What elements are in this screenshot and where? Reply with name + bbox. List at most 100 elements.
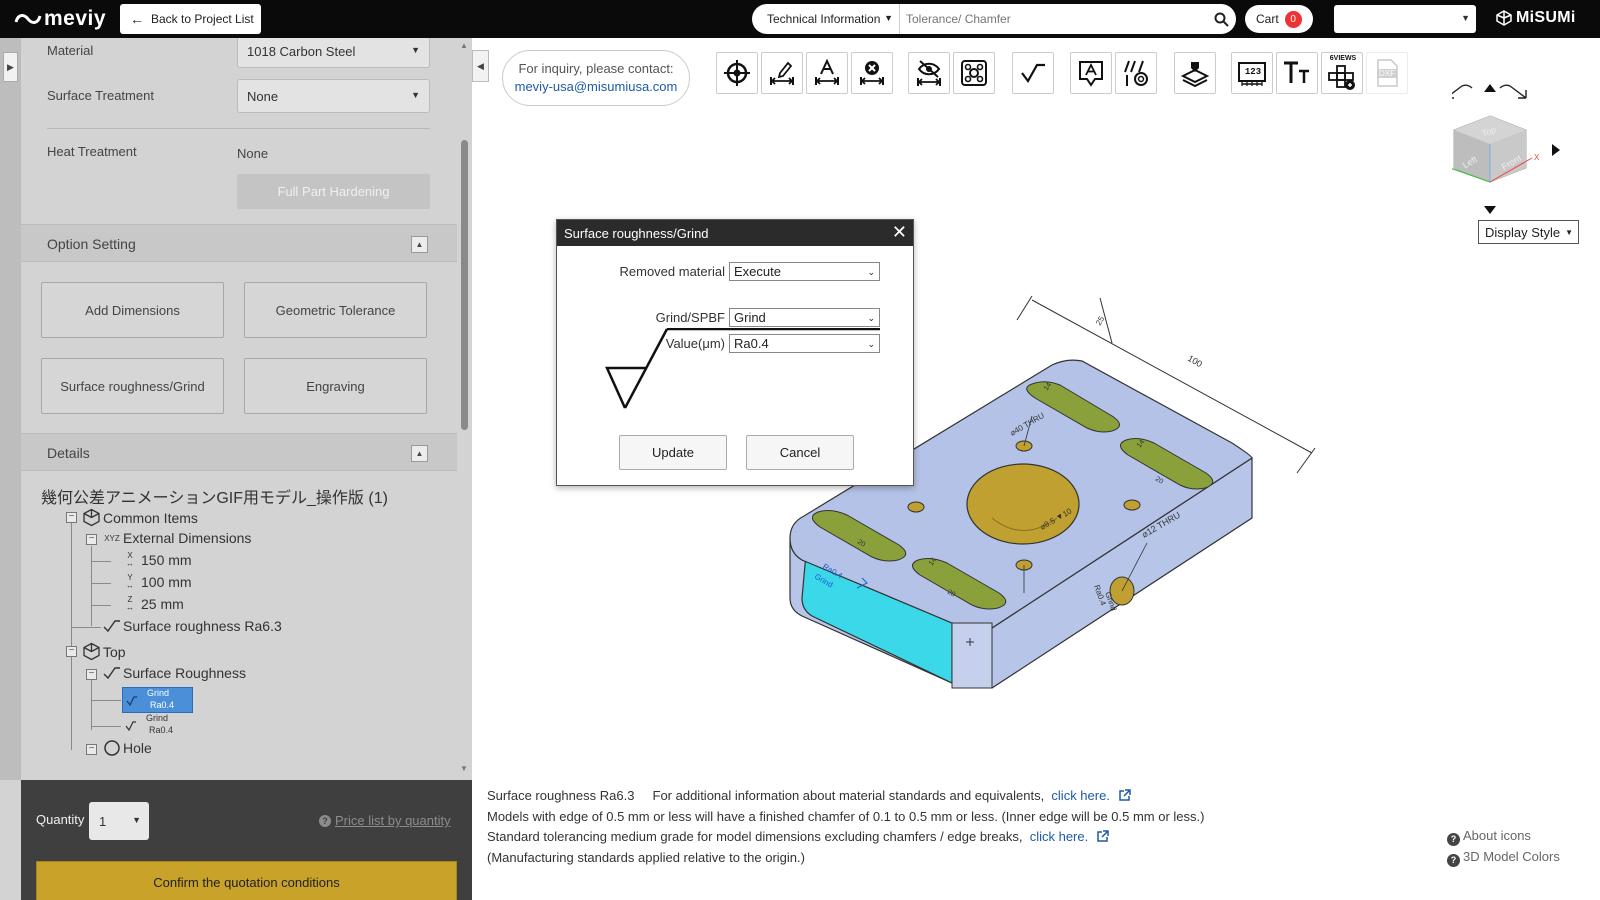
six-views-tool-button[interactable]: 6VIEWS xyxy=(1321,52,1363,94)
tree-node-surface-roughness[interactable]: Surface Roughness xyxy=(103,665,246,681)
account-select[interactable]: ▼ xyxy=(1334,5,1476,33)
scroll-down-icon[interactable]: ▼ xyxy=(460,764,468,773)
display-style-select[interactable]: Display Style ▼ xyxy=(1478,220,1579,244)
expand-panel-button[interactable]: ▶ xyxy=(3,52,18,82)
price-list-link[interactable]: ? Price list by quantity xyxy=(319,813,451,828)
about-icons-link[interactable]: ? About icons xyxy=(1447,825,1560,846)
cart-button[interactable]: Cart 0 xyxy=(1245,5,1313,33)
tree-collapse-toggle[interactable]: − xyxy=(86,744,97,755)
panel-scrollbar[interactable]: ▲ ▼ xyxy=(457,38,472,780)
collapse-section-button[interactable]: ▲ xyxy=(411,236,428,253)
tree-label: Top xyxy=(103,643,126,660)
delete-dimension-tool-button[interactable] xyxy=(851,52,893,94)
tree-node-grind-selected[interactable]: Grind Ra0.4 xyxy=(122,687,193,713)
details-header[interactable]: Details ▲ xyxy=(21,433,457,471)
tree-node-dim-z[interactable]: Z ↔ 25 mm xyxy=(121,596,184,613)
tree-node-dim-x[interactable]: X ↔ 150 mm xyxy=(121,552,192,569)
tree-line xyxy=(91,583,111,584)
misumi-logo[interactable]: MiSUMi xyxy=(1496,9,1576,27)
external-link-icon[interactable] xyxy=(1118,789,1131,802)
dimension-edit-tool-button[interactable] xyxy=(761,52,803,94)
inquiry-email-link[interactable]: meviy-usa@misumiusa.com xyxy=(503,79,689,94)
cancel-button[interactable]: Cancel xyxy=(746,435,854,470)
add-dimensions-button[interactable]: Add Dimensions xyxy=(41,282,224,338)
tree-root-label: 幾何公差アニメーションGIF用モデル_操作版 (1) xyxy=(41,490,388,507)
scroll-up-icon[interactable]: ▲ xyxy=(460,41,468,50)
rotate-down-icon[interactable] xyxy=(1484,206,1496,214)
collapse-left-panel-button[interactable]: ◀ xyxy=(472,50,489,82)
back-to-project-list-button[interactable]: ← Back to Project List xyxy=(120,4,261,34)
grind-spbf-label: Grind/SPBF xyxy=(655,310,725,325)
left-panel: ▶ Material 1018 Carbon Steel ▼ Surface T… xyxy=(0,38,472,900)
dxf-export-tool-button[interactable]: DXF xyxy=(1366,52,1408,94)
tree-collapse-toggle[interactable]: − xyxy=(66,512,77,523)
surface-roughness-grind-button[interactable]: Surface roughness/Grind xyxy=(41,358,224,414)
model-viewer[interactable]: ◀ For inquiry, please contact: meviy-usa… xyxy=(472,38,1600,900)
settings-scroll-area[interactable]: Material 1018 Carbon Steel ▼ Surface Tre… xyxy=(21,38,457,780)
info-line-1: Surface roughness Ra6.3 For additional i… xyxy=(487,786,1204,807)
rotate-ccw-icon[interactable] xyxy=(1445,84,1473,99)
tree-node-dim-y[interactable]: Y ↔ 100 mm xyxy=(121,573,192,591)
tree-line xyxy=(91,680,92,730)
grind-label: Grind xyxy=(146,688,169,698)
search-category-select[interactable]: Technical Information ▼ xyxy=(752,4,900,34)
engraving-tool-button[interactable] xyxy=(1070,52,1112,94)
rotate-cw-icon[interactable] xyxy=(1499,84,1527,99)
corner-notch xyxy=(951,622,993,689)
external-link-icon[interactable] xyxy=(1096,830,1109,843)
search-bar: Technical Information ▼ xyxy=(752,4,1236,34)
numbering-tool-button[interactable]: 123 xyxy=(1231,52,1273,94)
close-icon[interactable]: ✕ xyxy=(892,223,907,241)
model-colors-link[interactable]: ? 3D Model Colors xyxy=(1447,846,1560,867)
geometric-tolerance-button[interactable]: Geometric Tolerance xyxy=(244,282,427,338)
text-dimension-icon xyxy=(815,59,839,85)
tree-collapse-toggle[interactable]: − xyxy=(66,646,77,657)
rotate-right-icon[interactable] xyxy=(1552,144,1560,156)
datum-tool-button[interactable] xyxy=(716,52,758,94)
tree-node-external-dimensions[interactable]: XYZ External Dimensions xyxy=(103,530,251,546)
material-stack-tool-button[interactable] xyxy=(1174,52,1216,94)
quantity-select[interactable]: 1 ▼ xyxy=(89,802,149,840)
search-button[interactable] xyxy=(1206,12,1236,27)
surface-treatment-select[interactable]: None ▼ xyxy=(237,79,430,113)
font-size-tool-button[interactable] xyxy=(1276,52,1318,94)
grind-spbf-select[interactable]: Grind ⌄ xyxy=(729,308,880,327)
delete-dimension-icon xyxy=(860,61,884,85)
tree-node-surface-roughness-common[interactable]: Surface roughness Ra6.3 xyxy=(103,618,282,634)
dialog-title: Surface roughness/Grind xyxy=(564,225,709,241)
search-input[interactable] xyxy=(900,5,1206,33)
confirm-quotation-button[interactable]: Confirm the quotation conditions xyxy=(36,861,457,900)
rotate-up-icon[interactable] xyxy=(1484,84,1496,92)
logo-text: meviy xyxy=(44,7,107,30)
dim-axis-label: Y xyxy=(127,573,133,582)
view-cube[interactable]: Top Left Front X Y xyxy=(1444,115,1540,183)
collapse-section-button[interactable]: ▲ xyxy=(411,445,428,462)
tree-line xyxy=(91,700,121,701)
full-part-hardening-button[interactable]: Full Part Hardening xyxy=(237,174,430,209)
thread-tool-button[interactable] xyxy=(1115,52,1157,94)
surface-roughness-tool-button[interactable] xyxy=(1012,52,1054,94)
meviy-logo[interactable]: meviy xyxy=(14,7,106,31)
caret-right-icon: ▶ xyxy=(7,61,14,72)
material-standards-link[interactable]: click here. xyxy=(1051,788,1110,803)
update-button[interactable]: Update xyxy=(619,435,727,470)
tree-node-grind[interactable]: Grind Ra0.4 xyxy=(122,713,193,739)
text-dimension-tool-button[interactable] xyxy=(806,52,848,94)
hide-dimension-tool-button[interactable] xyxy=(908,52,950,94)
chevron-down-icon: ⌄ xyxy=(867,267,875,277)
tree-node-hole[interactable]: Hole xyxy=(103,739,152,757)
xyz-icon: XYZ xyxy=(103,533,121,544)
hole-pattern-tool-button[interactable] xyxy=(953,52,995,94)
tree-collapse-toggle[interactable]: − xyxy=(86,669,97,680)
scrollbar-thumb[interactable] xyxy=(461,140,468,430)
tree-node-top[interactable]: Top xyxy=(82,642,126,661)
engraving-button[interactable]: Engraving xyxy=(244,358,427,414)
roughness-value-select[interactable]: Ra0.4 ⌄ xyxy=(729,334,880,353)
material-select[interactable]: 1018 Carbon Steel ▼ xyxy=(237,38,430,68)
tree-collapse-toggle[interactable]: − xyxy=(86,534,97,545)
option-setting-header[interactable]: Option Setting ▲ xyxy=(21,224,457,262)
removed-material-select[interactable]: Execute ⌄ xyxy=(729,262,880,281)
dialog-title-bar: Surface roughness/Grind ✕ xyxy=(557,220,913,246)
tolerance-standards-link[interactable]: click here. xyxy=(1030,829,1089,844)
tree-node-common-items[interactable]: Common Items xyxy=(82,508,198,527)
